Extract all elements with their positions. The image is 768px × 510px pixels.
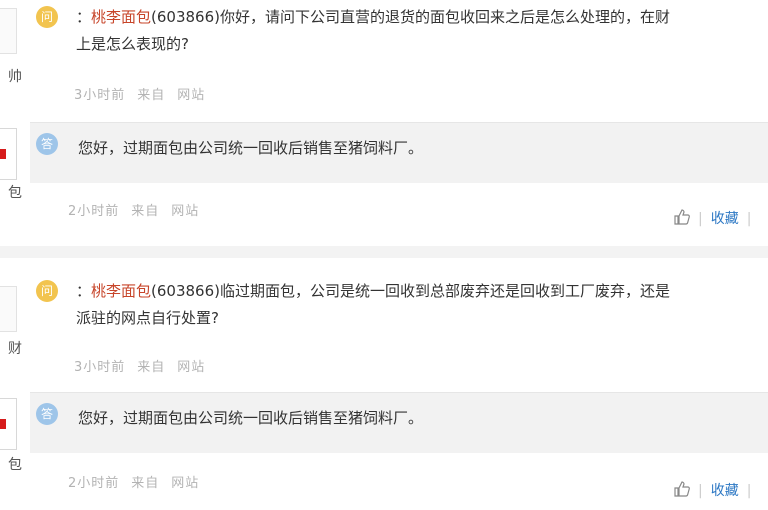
question-meta: 3小时前 来自 网站 (74, 356, 217, 375)
answer-meta: 2小时前 来自 网站 (68, 200, 211, 219)
asker-avatar[interactable] (0, 8, 17, 54)
answer-box: 答 您好，过期面包由公司统一回收后销售至猪饲料厂。 (30, 392, 768, 453)
company-avatar[interactable] (0, 128, 17, 180)
question-line2: 派驻的网点自行处置? (76, 309, 219, 327)
answer-actions: | 收藏 | (674, 208, 759, 229)
question-line1: 临过期面包，公司是统一回收到总部废弃还是回收到工厂废弃，还是 (220, 282, 671, 300)
company-name-fragment[interactable]: 包 (0, 182, 22, 202)
question-time: 3小时前 (74, 360, 126, 375)
question-colon: ： (76, 282, 92, 300)
question-source: 网站 (177, 88, 206, 103)
question-text: ：桃李面包(603866)你好，请问下公司直营的退货的面包收回来之后是怎么处理的… (76, 4, 768, 58)
favorite-button[interactable]: 收藏 (711, 211, 739, 227)
answer-box: 答 您好，过期面包由公司统一回收后销售至猪饲料厂。 (30, 122, 768, 183)
question-line1: 你好，请问下公司直营的退货的面包收回来之后是怎么处理的，在财 (220, 8, 671, 26)
question-text: ：桃李面包(603866)临过期面包，公司是统一回收到总部废弃还是回收到工厂废弃… (76, 278, 768, 332)
answer-meta: 2小时前 来自 网站 (68, 472, 211, 491)
asker-name-fragment[interactable]: 财 (0, 338, 22, 358)
answer-text: 您好，过期面包由公司统一回收后销售至猪饲料厂。 (78, 409, 424, 427)
answer-time: 2小时前 (68, 476, 120, 491)
question-line2: 上是怎么表现的? (76, 35, 189, 53)
answer-icon: 答 (36, 133, 58, 155)
question-time: 3小时前 (74, 88, 126, 103)
stock-code: (603866) (151, 8, 220, 26)
qa-card: 财 包 问 ：桃李面包(603866)临过期面包，公司是统一回收到总部废弃还是回… (0, 258, 768, 510)
answer-from: 来自 (131, 476, 160, 491)
thumbs-up-icon[interactable] (674, 209, 690, 229)
answer-source: 网站 (171, 476, 200, 491)
answer-time: 2小时前 (68, 204, 120, 219)
asker-avatar[interactable] (0, 286, 17, 332)
question-icon: 问 (36, 6, 58, 28)
question-icon: 问 (36, 280, 58, 302)
question-from: 来自 (137, 360, 166, 375)
question-from: 来自 (137, 88, 166, 103)
question-meta: 3小时前 来自 网站 (74, 84, 217, 103)
question-colon: ： (76, 8, 92, 26)
answer-from: 来自 (131, 204, 160, 219)
qa-card: 帅 包 问 ：桃李面包(603866)你好，请问下公司直营的退货的面包收回来之后… (0, 0, 768, 246)
answer-icon: 答 (36, 403, 58, 425)
answer-source: 网站 (171, 204, 200, 219)
thumbs-up-icon[interactable] (674, 481, 690, 501)
asker-name-fragment[interactable]: 帅 (0, 66, 22, 86)
question-source: 网站 (177, 360, 206, 375)
answer-actions: | 收藏 | (674, 480, 759, 501)
company-link[interactable]: 桃李面包 (91, 8, 151, 26)
favorite-button[interactable]: 收藏 (711, 483, 739, 499)
answer-text: 您好，过期面包由公司统一回收后销售至猪饲料厂。 (78, 139, 424, 157)
company-avatar[interactable] (0, 398, 17, 450)
company-name-fragment[interactable]: 包 (0, 454, 22, 474)
stock-code: (603866) (151, 282, 220, 300)
company-link[interactable]: 桃李面包 (91, 282, 151, 300)
